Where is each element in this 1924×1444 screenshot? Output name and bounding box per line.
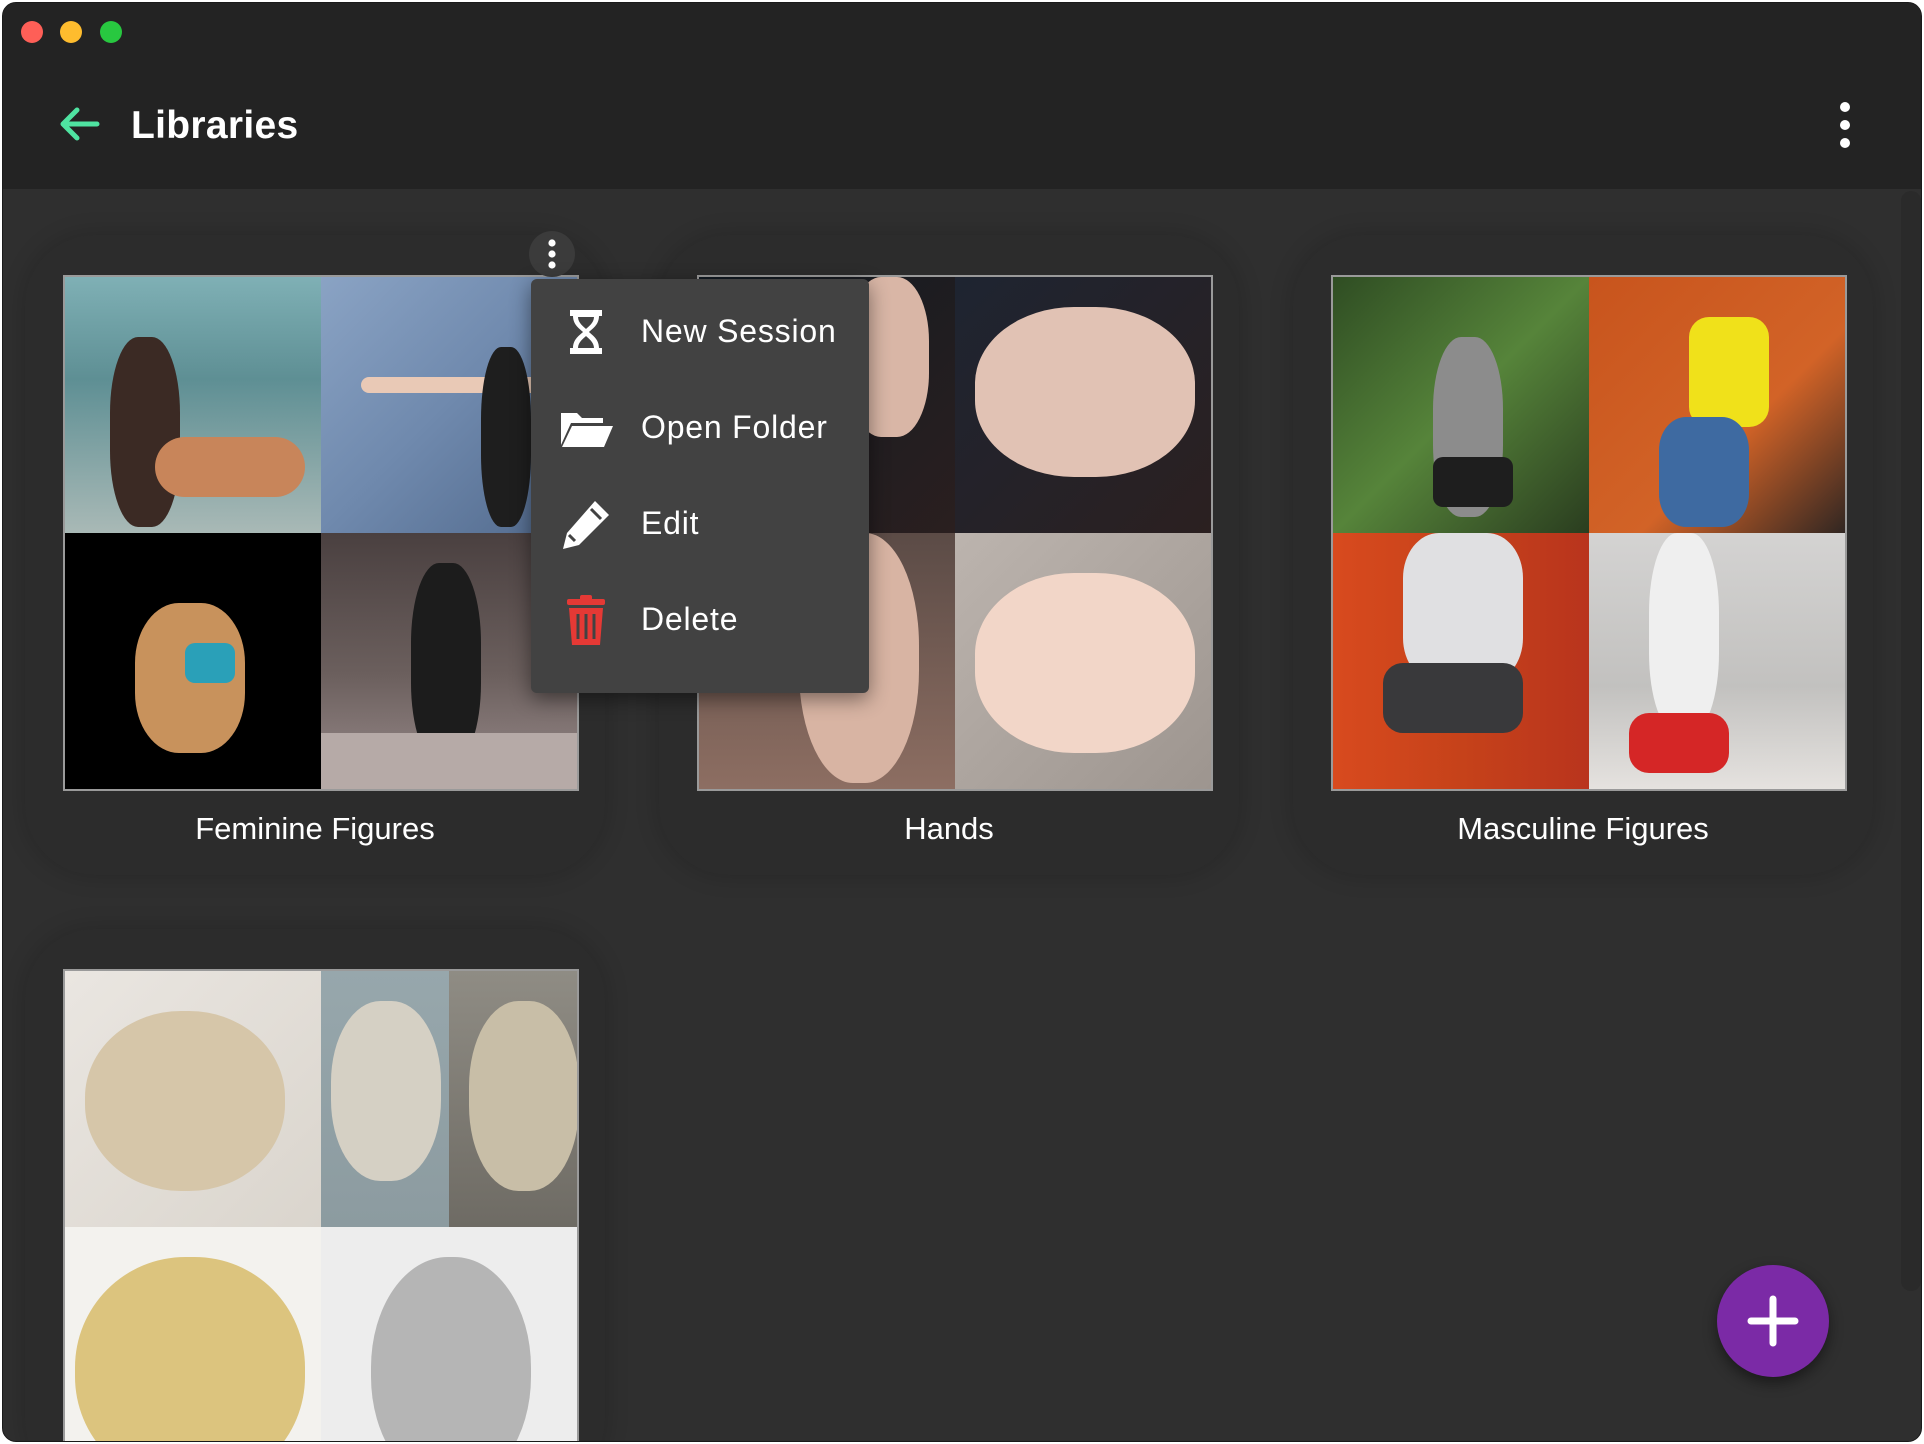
pencil-icon [563,501,609,549]
thumbnail-image [955,277,1211,533]
more-vert-icon [1840,102,1850,148]
library-card-skulls[interactable] [25,929,605,1441]
thumbnail-image [65,277,321,533]
thumbnail-image [449,971,577,1227]
back-button[interactable] [55,99,105,149]
page-title: Libraries [131,104,299,147]
menu-item-delete[interactable]: Delete [531,571,869,667]
thumbnail-image [65,971,321,1227]
library-card-menu-button[interactable] [529,231,575,277]
app-bar: Libraries [3,3,1921,189]
menu-item-open-folder[interactable]: Open Folder [531,379,869,475]
add-library-button[interactable] [1717,1265,1829,1377]
thumbnail-image [1333,277,1589,533]
thumbnail-image [1589,533,1845,789]
thumbnail-image [321,1227,577,1441]
app-window: Libraries Feminine Figures Hands Masculi… [2,2,1922,1442]
scrollbar[interactable] [1901,191,1921,1291]
hourglass-icon [570,310,602,354]
library-thumbnail-grid [63,275,579,791]
menu-item-label: Delete [641,601,739,637]
more-vert-icon [548,239,556,269]
menu-item-label: Open Folder [641,409,828,445]
thumbnail-image [321,971,449,1227]
library-label: Hands [904,811,994,846]
thumbnail-image [955,533,1211,789]
plus-icon [1747,1295,1799,1347]
menu-item-edit[interactable]: Edit [531,475,869,571]
thumbnail-image [65,1227,321,1441]
window-zoom-button[interactable] [100,21,122,43]
thumbnail-image [1333,533,1589,789]
menu-item-label: New Session [641,313,837,349]
library-thumbnail-grid [1331,275,1847,791]
library-label: Masculine Figures [1457,811,1709,846]
trash-icon [567,595,605,645]
app-overflow-menu-button[interactable] [1823,99,1867,151]
arrow-left-icon [60,107,100,141]
folder-open-icon [561,413,613,447]
window-minimize-button[interactable] [60,21,82,43]
library-card-feminine-figures[interactable]: Feminine Figures [25,235,605,875]
library-thumbnail-grid [63,969,579,1441]
library-label: Feminine Figures [195,811,435,846]
thumbnail-image [65,533,321,789]
window-close-button[interactable] [21,21,43,43]
thumbnail-image [1589,277,1845,533]
library-card-masculine-figures[interactable]: Masculine Figures [1293,235,1873,875]
library-context-menu: New Session Open Folder Edit Delete [531,279,869,693]
menu-item-new-session[interactable]: New Session [531,283,869,379]
menu-item-label: Edit [641,505,700,541]
